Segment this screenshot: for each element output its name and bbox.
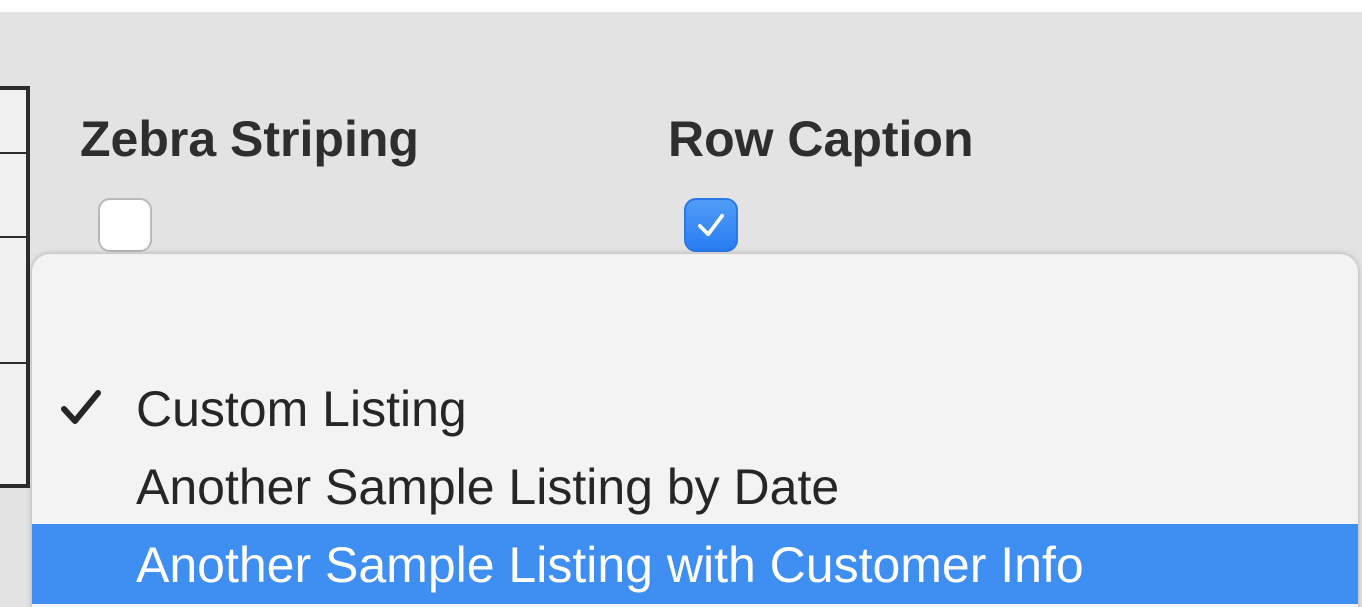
table-row-divider — [0, 152, 26, 154]
window-top-edge — [0, 0, 1362, 12]
zebra-striping-label: Zebra Striping — [80, 111, 419, 167]
menu-item-label: Custom Listing — [136, 381, 467, 437]
table-row-divider — [0, 236, 26, 238]
checkmark-icon — [698, 213, 724, 237]
zebra-striping-checkbox[interactable] — [98, 198, 152, 252]
row-caption-label: Row Caption — [668, 111, 974, 167]
menu-item-listing-with-customer-info[interactable]: Another Sample Listing with Customer Inf… — [32, 524, 1358, 604]
menu-item-label: Another Sample Listing with Customer Inf… — [136, 537, 1084, 593]
menu-item-label: Another Sample Listing by Date — [136, 459, 840, 515]
listing-dropdown-menu: Custom Listing Another Sample Listing by… — [32, 254, 1358, 607]
menu-item-custom-listing[interactable]: Custom Listing — [32, 368, 1358, 448]
row-caption-checkbox[interactable] — [684, 198, 738, 252]
left-table-edge — [0, 86, 30, 488]
table-row-divider — [0, 362, 26, 364]
menu-item-listing-by-date[interactable]: Another Sample Listing by Date — [32, 446, 1358, 526]
checkmark-icon — [61, 390, 101, 424]
